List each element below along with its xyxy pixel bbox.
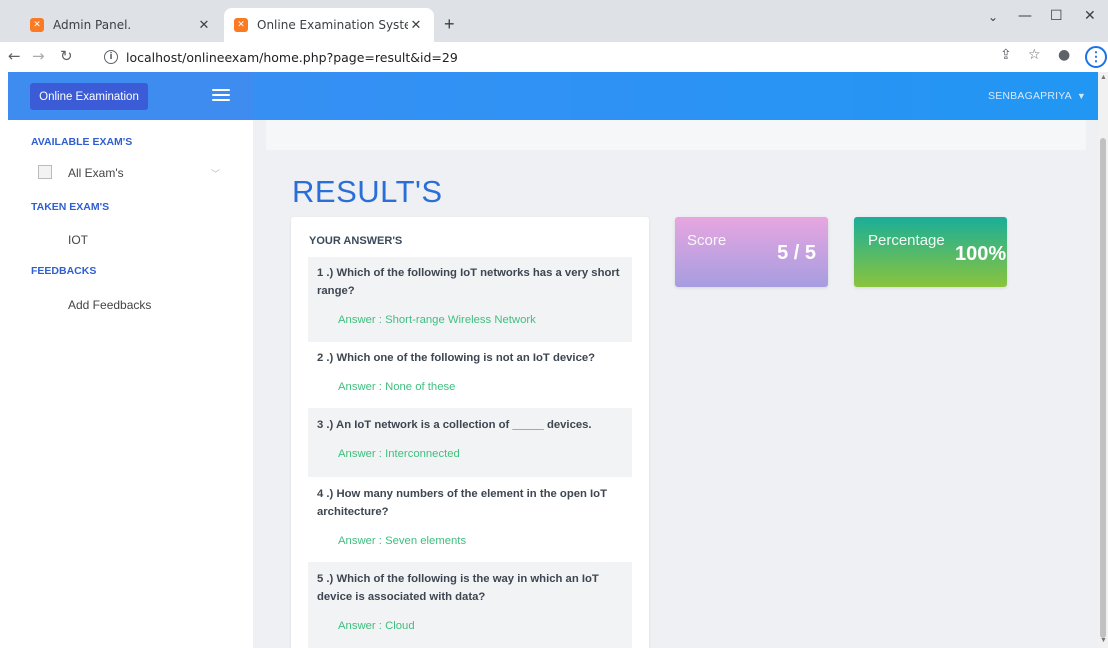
minimize-icon[interactable]: — xyxy=(1018,8,1032,24)
score-value: 5 / 5 xyxy=(777,242,816,264)
percentage-card: Percentage 100% xyxy=(854,217,1007,287)
scroll-up-icon[interactable]: ▲ xyxy=(1100,74,1107,81)
hamburger-menu-icon[interactable] xyxy=(212,89,230,101)
scroll-down-icon[interactable]: ▼ xyxy=(1100,637,1107,644)
browser-tab-admin[interactable]: ✕ Admin Panel. ✕ xyxy=(20,8,222,42)
top-navbar: Online Examination SENBAGAPRIYA ▼ xyxy=(8,72,1100,120)
site-info-icon[interactable]: i xyxy=(104,50,118,64)
answer-text: Answer : Seven elements xyxy=(338,535,467,547)
user-name: SENBAGAPRIYA xyxy=(987,90,1072,102)
sidebar-heading-available: AVAILABLE EXAM'S xyxy=(31,136,133,148)
tab-title: Online Examination System xyxy=(257,18,408,32)
browser-toolbar: ← → ↻ i localhost/onlineexam/home.php?pa… xyxy=(0,42,1108,72)
answer-item: 1 .) Which of the following IoT networks… xyxy=(308,257,632,342)
question-text: 2 .) Which one of the following is not a… xyxy=(317,352,596,364)
percentage-label: Percentage xyxy=(868,232,945,249)
browser-tabstrip: ✕ Admin Panel. ✕ ✕ Online Examination Sy… xyxy=(0,0,1108,42)
new-tab-icon[interactable]: + xyxy=(444,14,455,35)
answer-item: 4 .) How many numbers of the element in … xyxy=(308,477,632,562)
question-text: 5 .) Which of the following is the way i… xyxy=(317,573,599,603)
sidebar-item-all-exams[interactable]: All Exam's xyxy=(68,166,124,180)
answers-card: YOUR ANSWER'S 1 .) Which of the followin… xyxy=(291,217,649,648)
answers-title: YOUR ANSWER'S xyxy=(309,235,403,247)
xampp-icon: ✕ xyxy=(30,18,44,32)
user-menu[interactable]: SENBAGAPRIYA ▼ xyxy=(988,90,1086,102)
score-label: Score xyxy=(687,232,727,249)
page-edge xyxy=(0,72,8,648)
top-banner xyxy=(266,120,1086,150)
answer-item: 2 .) Which one of the following is not a… xyxy=(308,342,632,408)
sidebar-item-iot[interactable]: IOT xyxy=(68,233,88,247)
page-title: RESULT'S xyxy=(292,174,443,209)
chevron-down-icon: ▼ xyxy=(1076,91,1086,101)
close-window-icon[interactable]: ✕ xyxy=(1084,8,1096,24)
web-page: Online Examination SENBAGAPRIYA ▼ AVAILAB… xyxy=(8,72,1100,648)
question-text: 4 .) How many numbers of the element in … xyxy=(317,488,607,518)
forward-icon[interactable]: → xyxy=(32,47,45,65)
scrollbar-thumb[interactable] xyxy=(1100,138,1106,638)
share-icon[interactable]: ⇪ xyxy=(1000,47,1012,63)
exam-list-icon xyxy=(38,165,52,179)
sidebar: AVAILABLE EXAM'S All Exam's ﹀ TAKEN EXAM… xyxy=(8,120,253,648)
menu-kebab-icon[interactable]: ⋮ xyxy=(1085,46,1107,68)
browser-tab-exam[interactable]: ✕ Online Examination System ✕ xyxy=(224,8,434,42)
chevron-down-icon[interactable]: ﹀ xyxy=(211,167,220,180)
close-tab-icon[interactable]: ✕ xyxy=(196,18,212,33)
score-card: Score 5 / 5 xyxy=(675,217,828,287)
brand-area: Online Examination xyxy=(8,72,253,120)
profile-icon[interactable]: ● xyxy=(1058,47,1070,63)
answer-text: Answer : Short-range Wireless Network xyxy=(338,314,536,326)
tab-title: Admin Panel. xyxy=(53,18,132,32)
question-text: 3 .) An IoT network is a collection of _… xyxy=(317,419,592,431)
bookmark-star-icon[interactable]: ☆ xyxy=(1028,47,1041,63)
reload-icon[interactable]: ↻ xyxy=(60,47,73,65)
brand-button[interactable]: Online Examination xyxy=(30,83,148,110)
answer-text: Answer : None of these xyxy=(338,381,456,393)
page-scrollbar[interactable]: ▲ ▼ xyxy=(1098,72,1108,648)
address-bar[interactable]: i localhost/onlineexam/home.php?page=res… xyxy=(104,45,959,69)
answer-item: 3 .) An IoT network is a collection of _… xyxy=(308,408,632,477)
sidebar-heading-taken: TAKEN EXAM'S xyxy=(31,201,110,213)
maximize-icon[interactable]: ☐ xyxy=(1050,8,1063,24)
percentage-value: 100% xyxy=(955,243,1007,265)
sidebar-item-add-feedbacks[interactable]: Add Feedbacks xyxy=(68,298,151,312)
xampp-icon: ✕ xyxy=(234,18,248,32)
url-text: localhost/onlineexam/home.php?page=resul… xyxy=(126,49,458,65)
question-text: 1 .) Which of the following IoT networks… xyxy=(317,267,620,297)
tab-search-icon[interactable]: ⌄ xyxy=(988,10,998,24)
sidebar-heading-feedbacks: FEEDBACKS xyxy=(31,265,97,277)
close-tab-icon[interactable]: ✕ xyxy=(408,18,424,33)
answer-text: Answer : Cloud xyxy=(338,620,415,632)
answer-text: Answer : Interconnected xyxy=(338,448,460,460)
answer-item: 5 .) Which of the following is the way i… xyxy=(308,562,632,648)
back-icon[interactable]: ← xyxy=(8,47,21,65)
